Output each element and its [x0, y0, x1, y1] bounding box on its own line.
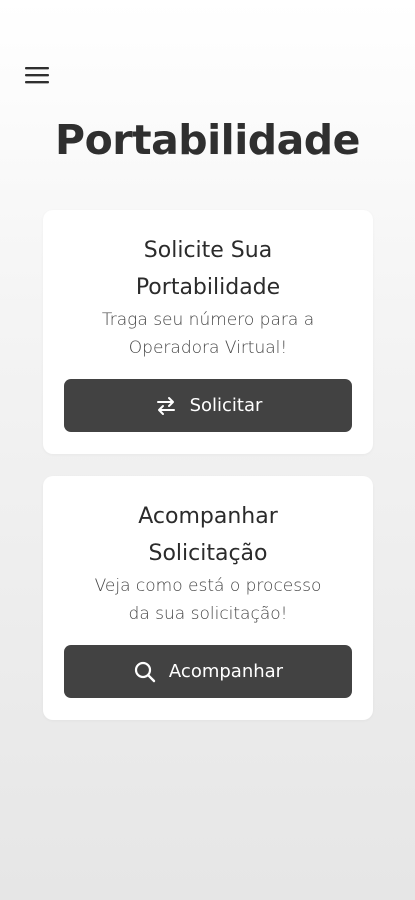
card-title: Acompanhar Solicitação: [43, 498, 373, 572]
card-description-line: Traga seu número para a: [101, 310, 315, 330]
card-title: Solicite Sua Portabilidade: [43, 232, 373, 306]
request-button[interactable]: Solicitar: [64, 379, 352, 432]
hamburger-menu-icon: [25, 67, 49, 84]
search-icon: [134, 661, 156, 682]
menu-button[interactable]: [22, 62, 52, 88]
card-description-line: Operadora Virtual!: [128, 338, 288, 358]
card-title-line: Solicitação: [148, 541, 268, 566]
page-title: Portabilidade: [55, 116, 360, 164]
card-description-line: Veja como está o processo: [94, 576, 322, 596]
card-title-line: Acompanhar: [138, 504, 278, 529]
swap-arrows-icon: [156, 396, 175, 415]
card-description-line: da sua solicitação!: [128, 604, 288, 624]
request-portability-card: Solicite Sua Portabilidade Traga seu núm…: [43, 210, 373, 454]
card-title-line: Portabilidade: [135, 275, 281, 300]
card-description: Traga seu número para a Operadora Virtua…: [43, 306, 373, 362]
track-button[interactable]: Acompanhar: [64, 645, 352, 698]
request-button-label: Solicitar: [189, 395, 263, 416]
card-title-line: Solicite Sua: [143, 238, 273, 263]
track-button-label: Acompanhar: [168, 661, 284, 682]
track-request-card: Acompanhar Solicitação Veja como está o …: [43, 476, 373, 720]
card-description: Veja como está o processo da sua solicit…: [43, 572, 373, 628]
